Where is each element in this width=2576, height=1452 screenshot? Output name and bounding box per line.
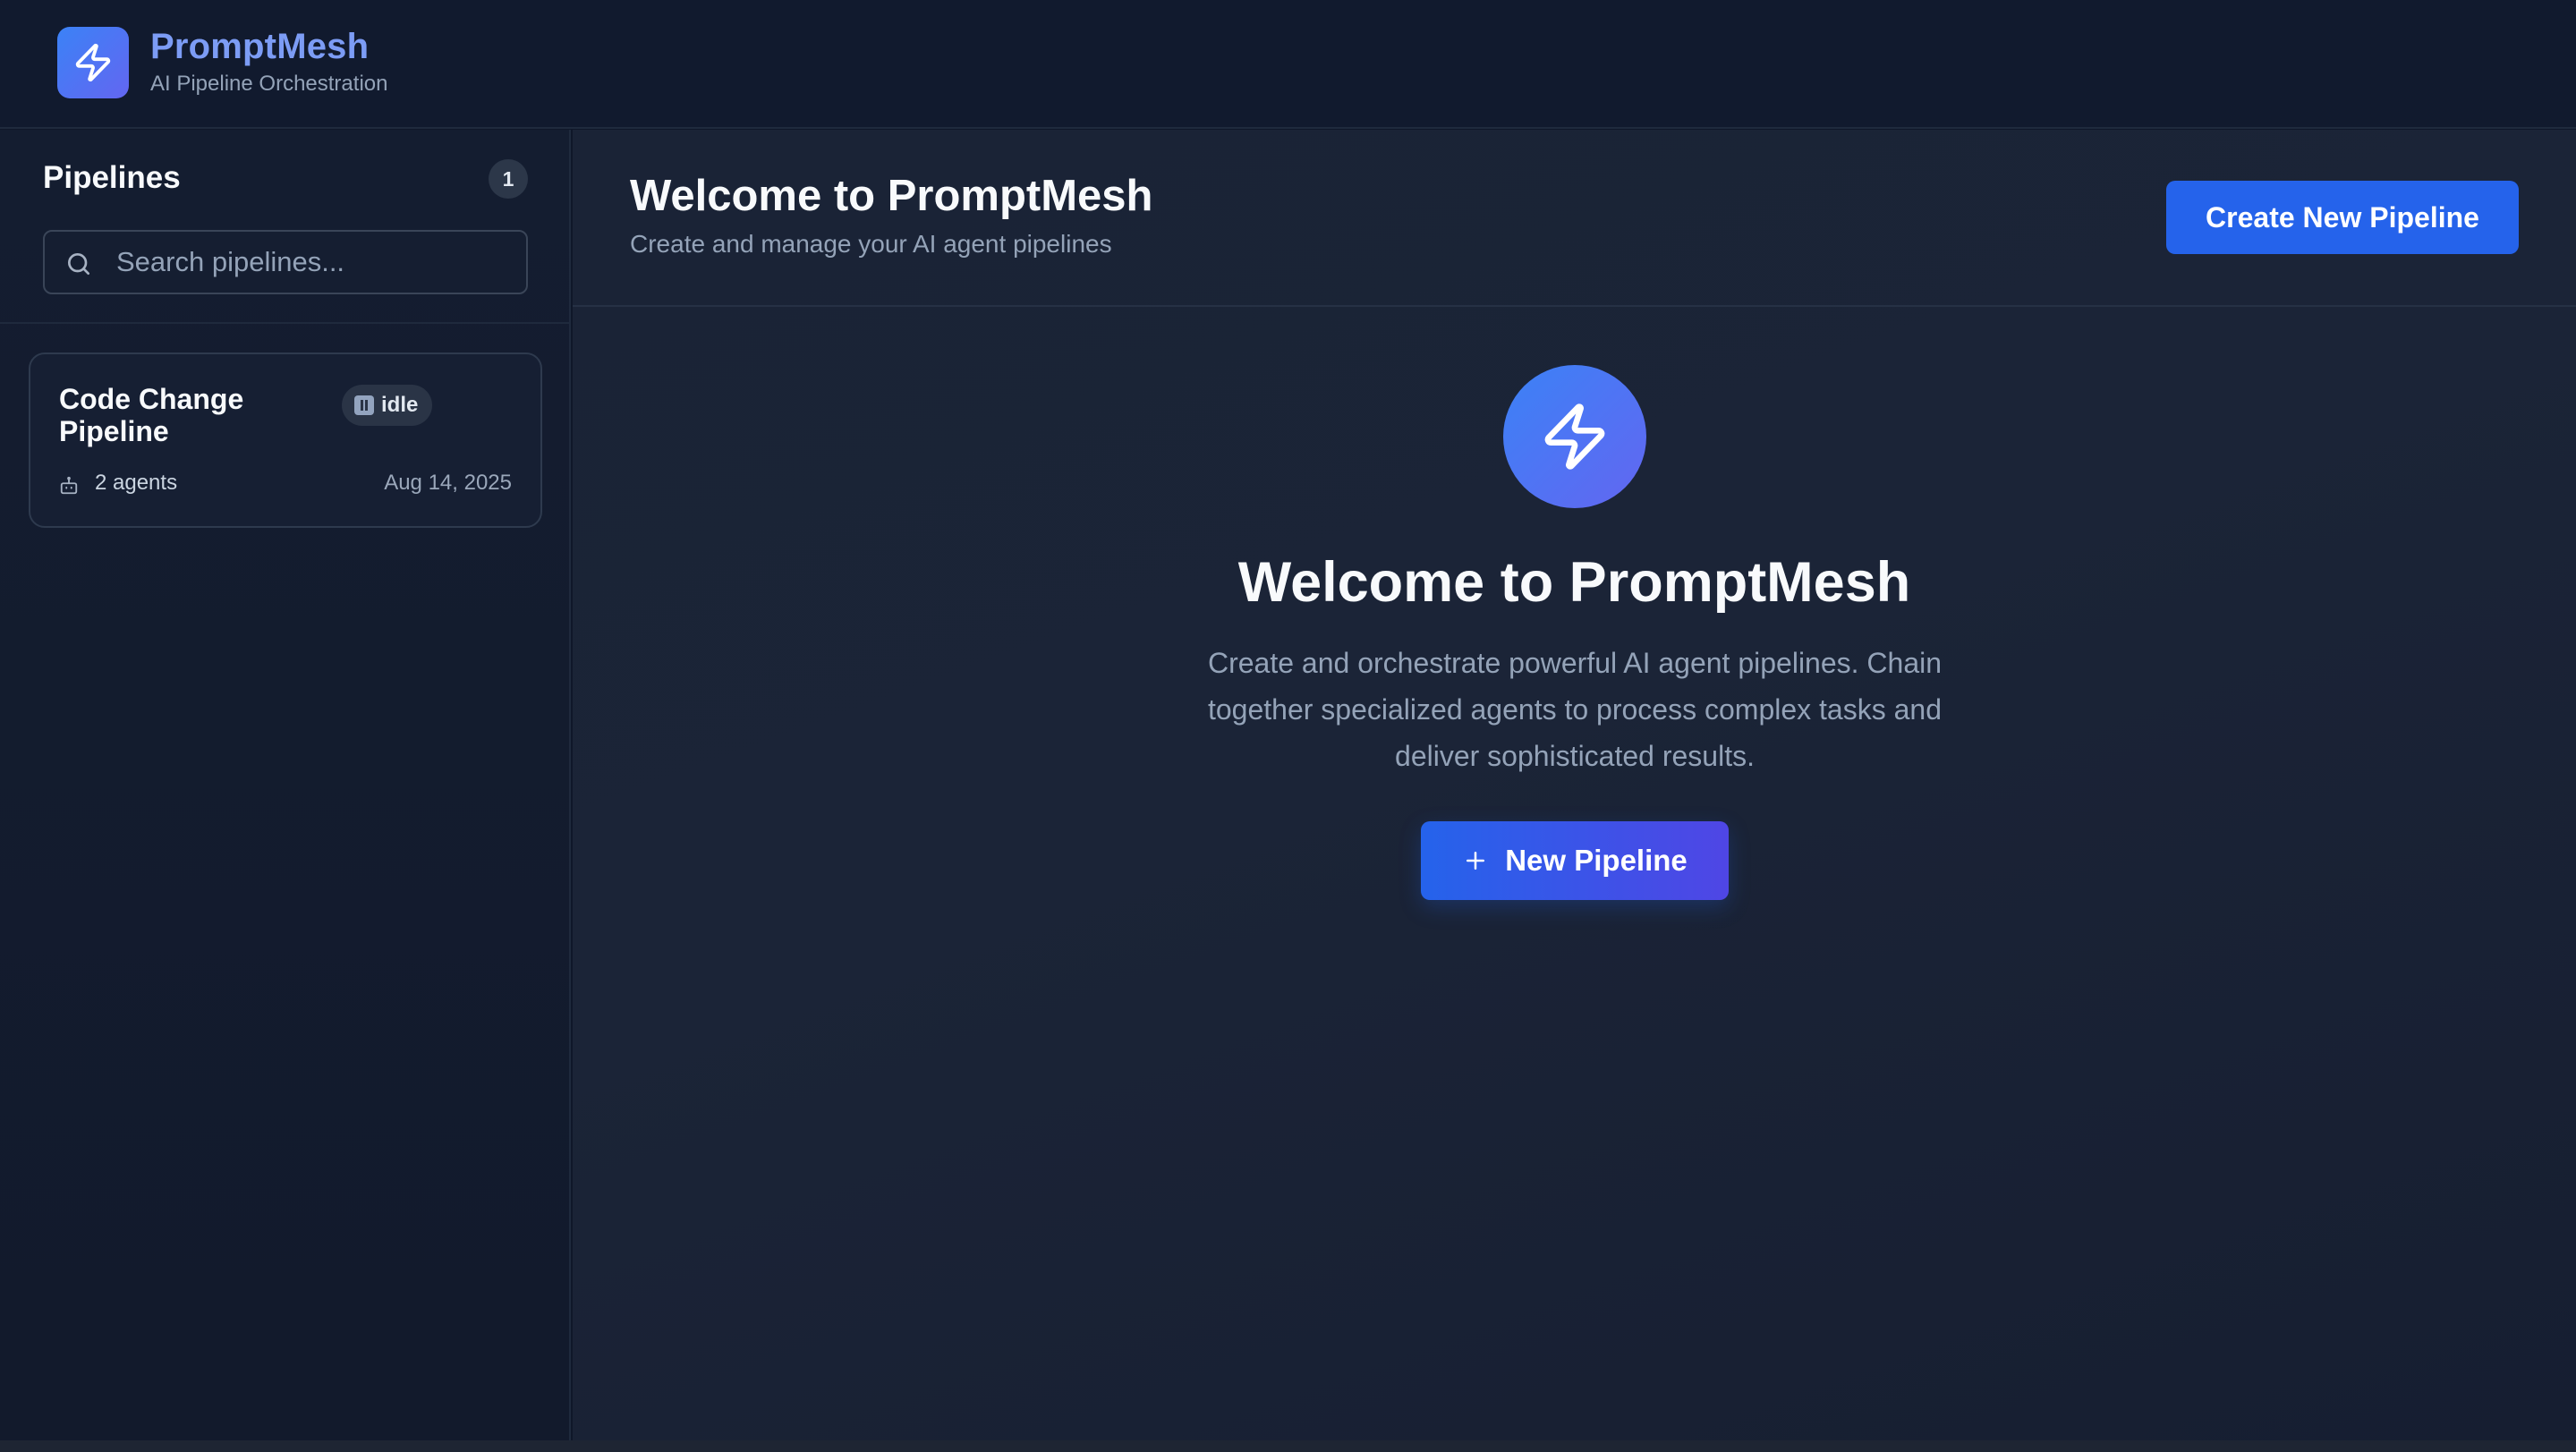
hero-description: Create and orchestrate powerful AI agent…	[1207, 647, 1943, 772]
status-badge: idle	[342, 385, 433, 426]
app-window: PromptMesh AI Pipeline Orchestration Pip…	[0, 0, 2576, 1452]
hero-title: Welcome to PromptMesh	[1237, 551, 1911, 614]
pipeline-count-badge: 1	[489, 159, 528, 199]
pause-icon	[354, 395, 374, 415]
lightning-bolt-icon	[1544, 403, 1605, 470]
new-pipeline-button[interactable]: New Pipeline	[1421, 821, 1729, 900]
pipeline-date: Aug 14, 2025	[384, 471, 512, 495]
new-pipeline-label: New Pipeline	[1505, 844, 1688, 877]
brand-name: PromptMesh	[150, 27, 370, 66]
plus-icon	[1467, 852, 1485, 870]
search-box[interactable]	[43, 230, 528, 294]
hero-icon	[1503, 365, 1646, 508]
search-input[interactable]	[116, 232, 510, 293]
page-title: Welcome to PromptMesh	[630, 172, 1153, 220]
status-label: idle	[381, 393, 419, 417]
robot-icon	[60, 476, 78, 495]
main-header: Welcome to PromptMesh Create and manage …	[573, 130, 2576, 307]
sidebar: Pipelines 1 Code Change Pipeline idle	[0, 130, 571, 1440]
bottom-edge	[0, 1440, 2576, 1452]
page-subtitle: Create and manage your AI agent pipeline…	[630, 230, 1112, 258]
pipeline-card[interactable]: Code Change Pipeline idle 2 agents Aug 1…	[29, 352, 542, 528]
search-icon	[68, 253, 89, 275]
lightning-bolt-icon	[75, 43, 111, 82]
pipeline-name: Code Change Pipeline	[59, 383, 244, 447]
create-new-pipeline-button[interactable]: Create New Pipeline	[2166, 181, 2519, 254]
agents-count: 2 agents	[95, 471, 178, 495]
main-content: Welcome to PromptMesh Create and manage …	[573, 130, 2576, 1440]
top-header: PromptMesh AI Pipeline Orchestration	[0, 0, 2576, 129]
sidebar-title: Pipelines	[43, 160, 181, 195]
brand-logo[interactable]	[57, 27, 129, 98]
sidebar-divider	[0, 322, 569, 324]
brand-tagline: AI Pipeline Orchestration	[150, 72, 388, 96]
